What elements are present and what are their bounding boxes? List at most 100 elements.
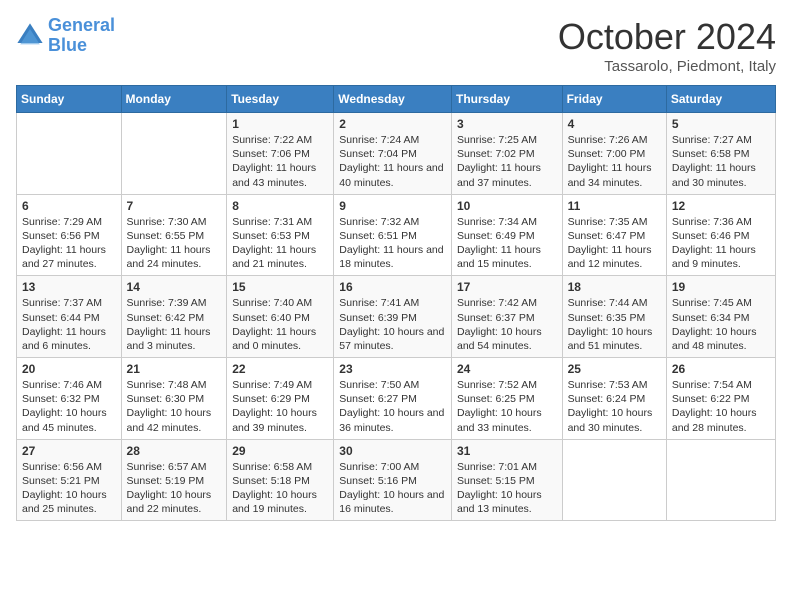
logo-text: General Blue [48,16,115,56]
calendar-cell: 17Sunrise: 7:42 AMSunset: 6:37 PMDayligh… [451,276,562,358]
calendar-cell: 5 Sunrise: 7:27 AMSunset: 6:58 PMDaylight… [666,113,775,195]
calendar-cell: 13 Sunrise: 7:37 AMSunset: 6:44 PMDayligh… [17,276,122,358]
day-number: 7 [127,199,222,213]
day-number: 31 [457,444,557,458]
calendar-cell: 26Sunrise: 7:54 AMSunset: 6:22 PMDayligh… [666,358,775,440]
day-number: 6 [22,199,116,213]
day-info: Sunrise: 7:44 AMSunset: 6:35 PMDaylight:… [568,296,661,353]
day-number: 30 [339,444,446,458]
day-info: Sunrise: 7:49 AMSunset: 6:29 PMDaylight:… [232,378,328,435]
day-header-thursday: Thursday [451,86,562,113]
calendar-cell [666,439,775,521]
calendar-cell: 10 Sunrise: 7:34 AMSunset: 6:49 PMDayligh… [451,194,562,276]
calendar-cell [121,113,227,195]
calendar-cell [562,439,666,521]
day-number: 10 [457,199,557,213]
calendar-cell: 30 Sunrise: 7:00 AMSunset: 5:16 PMDayligh… [334,439,452,521]
day-info: Sunrise: 7:39 AMSunset: 6:42 PMDaylight:… [127,296,222,353]
calendar-table: SundayMondayTuesdayWednesdayThursdayFrid… [16,85,776,521]
day-info: Sunrise: 7:32 AMSunset: 6:51 PMDaylight:… [339,215,446,272]
day-header-sunday: Sunday [17,86,122,113]
day-header-wednesday: Wednesday [334,86,452,113]
calendar-cell: 11 Sunrise: 7:35 AMSunset: 6:47 PMDayligh… [562,194,666,276]
day-number: 14 [127,280,222,294]
page-header: General Blue October 2024 Tassarolo, Pie… [16,16,776,75]
day-info: Sunrise: 7:48 AMSunset: 6:30 PMDaylight:… [127,378,222,435]
day-number: 3 [457,117,557,131]
day-info: Sunrise: 7:34 AMSunset: 6:49 PMDaylight:… [457,215,557,272]
day-number: 22 [232,362,328,376]
day-number: 5 [672,117,770,131]
day-number: 19 [672,280,770,294]
calendar-cell: 18 Sunrise: 7:44 AMSunset: 6:35 PMDayligh… [562,276,666,358]
day-info: Sunrise: 7:35 AMSunset: 6:47 PMDaylight:… [568,215,661,272]
calendar-week-5: 27 Sunrise: 6:56 AMSunset: 5:21 PMDayligh… [17,439,776,521]
day-number: 25 [568,362,661,376]
logo: General Blue [16,16,115,56]
calendar-cell: 29 Sunrise: 6:58 AMSunset: 5:18 PMDayligh… [227,439,334,521]
day-info: Sunrise: 7:24 AMSunset: 7:04 PMDaylight:… [339,133,446,190]
calendar-cell: 27 Sunrise: 6:56 AMSunset: 5:21 PMDayligh… [17,439,122,521]
day-number: 29 [232,444,328,458]
day-info: Sunrise: 6:56 AMSunset: 5:21 PMDaylight:… [22,460,116,517]
day-number: 9 [339,199,446,213]
day-info: Sunrise: 7:30 AMSunset: 6:55 PMDaylight:… [127,215,222,272]
calendar-cell: 22 Sunrise: 7:49 AMSunset: 6:29 PMDayligh… [227,358,334,440]
calendar-week-4: 20 Sunrise: 7:46 AMSunset: 6:32 PMDayligh… [17,358,776,440]
calendar-cell: 2 Sunrise: 7:24 AMSunset: 7:04 PMDaylight… [334,113,452,195]
calendar-week-3: 13 Sunrise: 7:37 AMSunset: 6:44 PMDayligh… [17,276,776,358]
day-number: 16 [339,280,446,294]
calendar-cell: 21 Sunrise: 7:48 AMSunset: 6:30 PMDayligh… [121,358,227,440]
day-number: 15 [232,280,328,294]
day-number: 26 [672,362,770,376]
calendar-week-2: 6 Sunrise: 7:29 AMSunset: 6:56 PMDaylight… [17,194,776,276]
calendar-cell: 12 Sunrise: 7:36 AMSunset: 6:46 PMDayligh… [666,194,775,276]
day-info: Sunrise: 7:01 AMSunset: 5:15 PMDaylight:… [457,460,557,517]
day-info: Sunrise: 7:52 AMSunset: 6:25 PMDaylight:… [457,378,557,435]
calendar-cell: 6 Sunrise: 7:29 AMSunset: 6:56 PMDaylight… [17,194,122,276]
day-number: 11 [568,199,661,213]
day-info: Sunrise: 7:00 AMSunset: 5:16 PMDaylight:… [339,460,446,517]
day-header-tuesday: Tuesday [227,86,334,113]
day-header-saturday: Saturday [666,86,775,113]
day-info: Sunrise: 7:45 AMSunset: 6:34 PMDaylight:… [672,296,770,353]
title-area: October 2024 Tassarolo, Piedmont, Italy [558,16,776,75]
day-number: 8 [232,199,328,213]
calendar-cell: 1Sunrise: 7:22 AMSunset: 7:06 PMDaylight… [227,113,334,195]
day-number: 27 [22,444,116,458]
day-info: Sunrise: 7:31 AMSunset: 6:53 PMDaylight:… [232,215,328,272]
day-number: 18 [568,280,661,294]
day-info: Sunrise: 7:50 AMSunset: 6:27 PMDaylight:… [339,378,446,435]
day-number: 2 [339,117,446,131]
day-number: 21 [127,362,222,376]
day-info: Sunrise: 7:41 AMSunset: 6:39 PMDaylight:… [339,296,446,353]
calendar-cell: 7 Sunrise: 7:30 AMSunset: 6:55 PMDaylight… [121,194,227,276]
location-subtitle: Tassarolo, Piedmont, Italy [558,58,776,75]
calendar-cell: 20 Sunrise: 7:46 AMSunset: 6:32 PMDayligh… [17,358,122,440]
day-number: 28 [127,444,222,458]
day-info: Sunrise: 7:40 AMSunset: 6:40 PMDaylight:… [232,296,328,353]
day-header-monday: Monday [121,86,227,113]
day-info: Sunrise: 7:27 AMSunset: 6:58 PMDaylight:… [672,133,770,190]
calendar-cell: 23Sunrise: 7:50 AMSunset: 6:27 PMDayligh… [334,358,452,440]
day-info: Sunrise: 7:46 AMSunset: 6:32 PMDaylight:… [22,378,116,435]
calendar-cell: 25Sunrise: 7:53 AMSunset: 6:24 PMDayligh… [562,358,666,440]
calendar-cell: 28 Sunrise: 6:57 AMSunset: 5:19 PMDayligh… [121,439,227,521]
day-info: Sunrise: 6:58 AMSunset: 5:18 PMDaylight:… [232,460,328,517]
day-number: 12 [672,199,770,213]
day-info: Sunrise: 7:29 AMSunset: 6:56 PMDaylight:… [22,215,116,272]
calendar-cell: 31 Sunrise: 7:01 AMSunset: 5:15 PMDayligh… [451,439,562,521]
calendar-cell: 14 Sunrise: 7:39 AMSunset: 6:42 PMDayligh… [121,276,227,358]
day-info: Sunrise: 7:36 AMSunset: 6:46 PMDaylight:… [672,215,770,272]
day-info: Sunrise: 7:26 AMSunset: 7:00 PMDaylight:… [568,133,661,190]
day-number: 20 [22,362,116,376]
calendar-cell: 15 Sunrise: 7:40 AMSunset: 6:40 PMDayligh… [227,276,334,358]
logo-icon [16,22,44,50]
calendar-cell: 4 Sunrise: 7:26 AMSunset: 7:00 PMDaylight… [562,113,666,195]
day-number: 13 [22,280,116,294]
day-info: Sunrise: 6:57 AMSunset: 5:19 PMDaylight:… [127,460,222,517]
calendar-cell: 19 Sunrise: 7:45 AMSunset: 6:34 PMDayligh… [666,276,775,358]
day-number: 4 [568,117,661,131]
calendar-header-row: SundayMondayTuesdayWednesdayThursdayFrid… [17,86,776,113]
day-info: Sunrise: 7:37 AMSunset: 6:44 PMDaylight:… [22,296,116,353]
